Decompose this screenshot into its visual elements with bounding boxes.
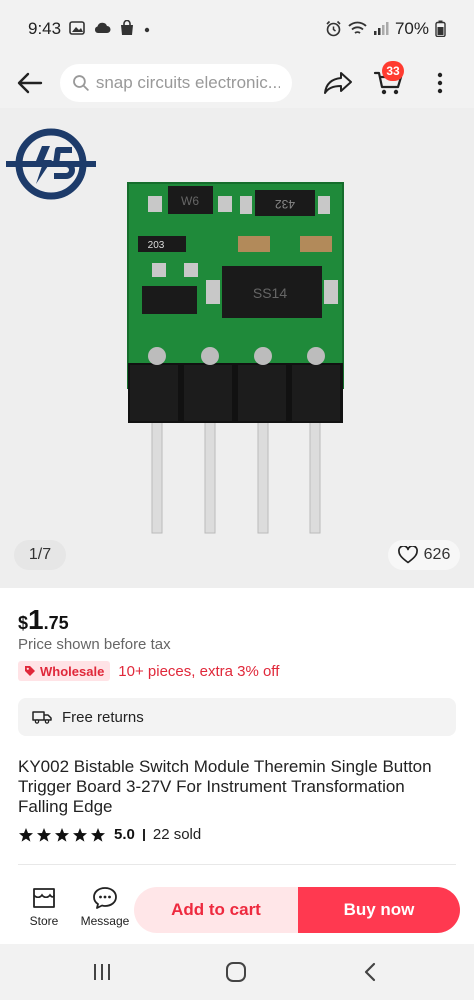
price-note: Price shown before tax	[18, 636, 171, 653]
rating-separator	[142, 828, 145, 841]
ic-top-left-label: W6	[181, 194, 199, 208]
ic-top-right-label: 432	[275, 197, 295, 211]
search-input[interactable]: snap circuits electronic...	[60, 64, 292, 102]
product-photo: W6 432 203 SS14	[127, 182, 344, 534]
home-icon	[226, 962, 246, 982]
shopping-bag-icon	[119, 19, 135, 38]
cart-count-badge: 33	[382, 61, 404, 81]
battery-icon	[435, 20, 446, 39]
return-truck-icon	[32, 711, 52, 724]
store-logo-icon	[6, 128, 96, 200]
message-icon	[93, 887, 117, 909]
recent-apps-button[interactable]	[82, 958, 122, 986]
add-to-cart-button[interactable]: Add to cart	[134, 887, 298, 933]
system-back-button[interactable]	[350, 958, 390, 986]
status-left: 9:43	[28, 19, 151, 39]
wholesale-offer-text: 10+ pieces, extra 3% off	[118, 662, 280, 680]
more-options-button[interactable]	[420, 63, 460, 103]
image-page-indicator: 1/7	[14, 540, 66, 570]
product-price: $ 1 .75	[18, 604, 69, 636]
status-time: 9:43	[28, 19, 62, 38]
resistor-label: 203	[148, 240, 165, 251]
wholesale-badge: Wholesale	[18, 661, 111, 681]
home-button[interactable]	[216, 958, 256, 986]
store-icon	[33, 888, 55, 908]
star-icon	[19, 827, 33, 842]
signal-icon	[373, 21, 389, 38]
back-button[interactable]	[0, 58, 60, 108]
alarm-icon	[325, 20, 342, 39]
chip-label: SS14	[253, 285, 287, 301]
dot-icon	[143, 22, 151, 36]
message-button[interactable]: Message	[78, 886, 132, 936]
arrow-left-icon	[17, 72, 43, 94]
wishlist-count: 626	[423, 546, 451, 563]
tag-icon	[25, 666, 35, 676]
cart-button[interactable]: 33	[368, 61, 408, 103]
price-currency: $	[18, 613, 29, 633]
status-right: 70%	[325, 19, 446, 39]
system-nav-bar	[0, 944, 474, 1000]
product-title: KY002 Bistable Switch Module Theremin Si…	[18, 757, 432, 816]
star-icon	[55, 827, 69, 842]
star-icon	[91, 827, 105, 842]
price-integer: 1	[28, 604, 44, 635]
rating-row[interactable]: 5.0 22 sold	[18, 826, 201, 843]
share-icon	[324, 72, 352, 94]
sold-count: 22 sold	[152, 826, 202, 843]
buy-now-button[interactable]: Buy now	[298, 887, 460, 933]
store-label: Store	[29, 914, 59, 928]
section-divider	[18, 864, 456, 865]
cloud-icon	[93, 22, 111, 36]
chevron-left-icon	[364, 962, 376, 982]
rating-stars	[18, 827, 106, 843]
search-icon	[73, 75, 89, 91]
bottom-action-bar: Store Message Add to cart Buy now	[0, 878, 474, 944]
rating-value: 5.0	[114, 826, 135, 843]
wholesale-badge-label: Wholesale	[40, 663, 105, 679]
store-button[interactable]: Store	[20, 886, 68, 936]
battery-level: 70%	[394, 19, 429, 38]
recent-apps-icon	[94, 964, 110, 980]
wishlist-button[interactable]: 626	[388, 540, 460, 570]
free-returns-card[interactable]: Free returns	[18, 698, 456, 736]
top-app-bar: snap circuits electronic... 33	[0, 58, 474, 108]
share-button[interactable]	[318, 63, 358, 103]
heart-icon	[397, 546, 418, 564]
free-returns-label: Free returns	[62, 708, 144, 726]
price-decimal: .75	[43, 613, 69, 633]
star-icon	[37, 827, 51, 842]
search-placeholder: snap circuits electronic...	[95, 73, 280, 92]
status-bar: 9:43 70%	[0, 0, 474, 58]
message-label: Message	[80, 914, 130, 928]
product-image-gallery[interactable]: W6 432 203 SS14 1/7 626	[0, 108, 474, 588]
star-icon	[73, 827, 87, 842]
more-vertical-icon	[437, 72, 443, 94]
wifi-icon	[348, 21, 367, 38]
image-icon	[69, 21, 85, 37]
wholesale-row[interactable]: Wholesale 10+ pieces, extra 3% off	[18, 660, 279, 682]
